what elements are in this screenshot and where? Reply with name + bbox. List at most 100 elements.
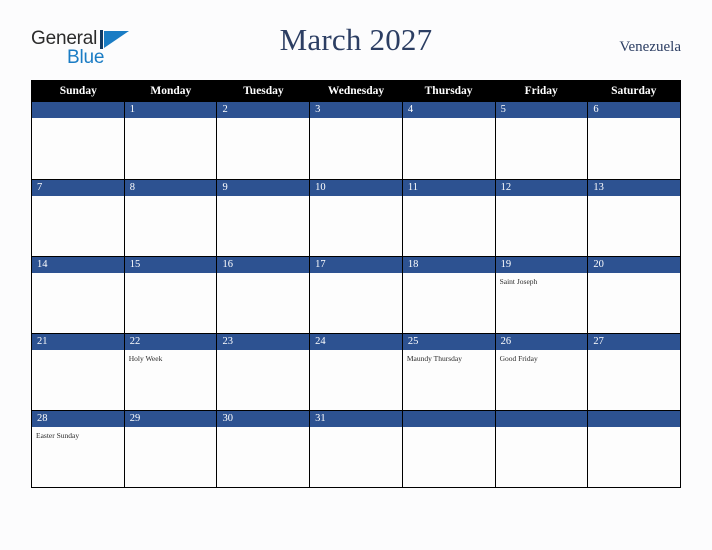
day-number: 22 [124,334,217,350]
day-events [32,118,124,122]
day-number [588,411,681,427]
event-label: Maundy Thursday [406,354,462,363]
day-events [125,196,217,200]
day-events [125,427,217,431]
calendar-grid: Sunday Monday Tuesday Wednesday Thursday Frid… [31,80,681,488]
day-cell-empty [587,411,681,487]
day-cell-23[interactable]: 23 [216,334,310,410]
event-label: Good Friday [499,354,538,363]
day-events [217,118,309,122]
day-events [32,273,124,277]
country-label: Venezuela [619,39,681,55]
weekday-header-wednesday: Wednesday [327,85,385,97]
week-row: 14 15 16 17 18 19 Saint Joseph 20 [32,256,681,333]
day-events [217,196,309,200]
day-number: 16 [217,257,310,273]
calendar-body: 1 2 3 4 5 6 7 8 9 10 11 12 13 14 15 16 17 18 19 Saint Josep… [32,102,681,487]
day-number: 19 [495,257,588,273]
day-number: 30 [217,411,310,427]
day-cell-30[interactable]: 30 [216,411,310,487]
day-cell-29[interactable]: 29 [123,411,217,487]
day-cell-12[interactable]: 12 [494,180,588,256]
day-cell-26[interactable]: 26 Good Friday [494,334,588,410]
day-cell-1[interactable]: 1 [123,102,217,179]
day-number: 29 [124,411,217,427]
day-number: 3 [310,102,402,118]
weekday-header-sunday: Sunday [59,85,97,97]
day-events [588,273,680,277]
day-number: 17 [310,257,402,273]
day-cell-empty [32,102,124,179]
day-cell-4[interactable]: 4 [401,102,495,179]
day-cell-14[interactable]: 14 [32,257,124,333]
day-number: 4 [402,102,495,118]
day-cell-empty [494,411,588,487]
day-cell-25[interactable]: 25 Maundy Thursday [401,334,495,410]
day-events [310,350,402,354]
day-cell-7[interactable]: 7 [32,180,124,256]
day-events [403,118,495,122]
day-events [588,196,680,200]
day-events [310,273,402,277]
day-number: 5 [495,102,588,118]
day-events [588,350,680,354]
day-cell-24[interactable]: 24 [309,334,402,410]
day-cell-3[interactable]: 3 [309,102,402,179]
day-cell-15[interactable]: 15 [123,257,217,333]
day-number [495,411,588,427]
day-cell-20[interactable]: 20 [587,257,681,333]
day-number: 8 [124,180,217,196]
day-events [496,427,588,431]
day-events [403,427,495,431]
day-cell-5[interactable]: 5 [494,102,588,179]
day-events: Good Friday [496,350,588,364]
day-cell-10[interactable]: 10 [309,180,402,256]
day-number: 9 [217,180,310,196]
weekday-header-friday: Friday [524,85,558,97]
day-events [32,196,124,200]
day-events [403,273,495,277]
day-number [402,411,495,427]
week-row: 21 22 Holy Week 23 24 25 Maundy Thursday 26 Good… [32,333,681,410]
day-cell-21[interactable]: 21 [32,334,124,410]
day-events [310,196,402,200]
day-cell-9[interactable]: 9 [216,180,310,256]
day-cell-27[interactable]: 27 [587,334,681,410]
day-cell-28[interactable]: 28 Easter Sunday [32,411,124,487]
day-events [588,118,680,122]
day-cell-18[interactable]: 18 [401,257,495,333]
day-cell-11[interactable]: 11 [401,180,495,256]
weekday-header-tuesday: Tuesday [243,85,284,97]
day-number: 20 [588,257,681,273]
page-header: General Blue March 2027 Venezuela [0,22,712,74]
day-cell-19[interactable]: 19 Saint Joseph [494,257,588,333]
day-events: Saint Joseph [496,273,588,287]
day-cell-6[interactable]: 6 [587,102,681,179]
day-events: Holy Week [125,350,217,364]
day-events: Maundy Thursday [403,350,495,364]
day-cell-16[interactable]: 16 [216,257,310,333]
day-cell-22[interactable]: 22 Holy Week [123,334,217,410]
day-events [32,350,124,354]
day-number [32,102,124,118]
day-events [125,118,217,122]
day-number: 26 [495,334,588,350]
day-cell-17[interactable]: 17 [309,257,402,333]
day-cell-13[interactable]: 13 [587,180,681,256]
day-events [403,196,495,200]
day-cell-2[interactable]: 2 [216,102,310,179]
weekday-header-monday: Monday [150,85,192,97]
day-number: 24 [310,334,402,350]
day-events [310,427,402,431]
day-cell-8[interactable]: 8 [123,180,217,256]
day-events [496,196,588,200]
day-events [496,118,588,122]
day-events [217,427,309,431]
day-number: 13 [588,180,681,196]
day-events [310,118,402,122]
day-number: 21 [32,334,124,350]
day-number: 2 [217,102,310,118]
weekday-header-row: Sunday Monday Tuesday Wednesday Thursday Frid… [32,81,680,102]
calendar-page: General Blue March 2027 Venezuela Sunday… [0,0,712,550]
day-cell-31[interactable]: 31 [309,411,402,487]
